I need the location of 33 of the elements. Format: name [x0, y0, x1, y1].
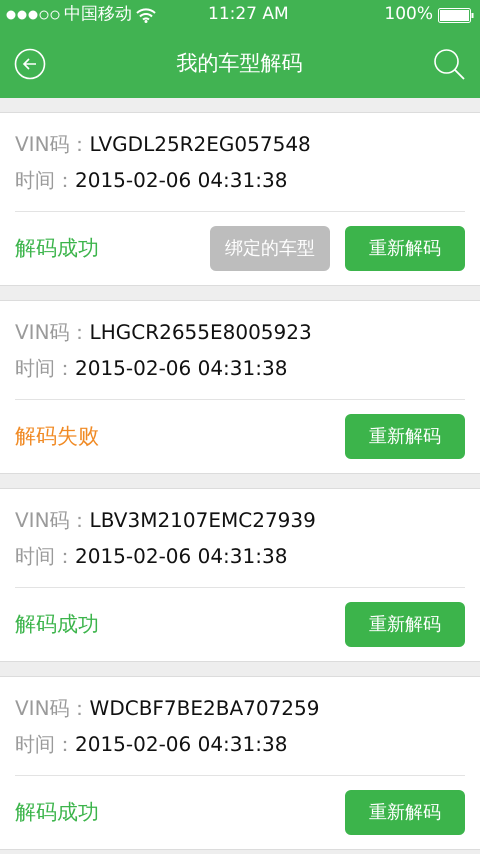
- wifi-icon: [136, 8, 156, 22]
- vin-label: VIN码：: [15, 131, 90, 158]
- time-label: 时间：: [15, 731, 75, 758]
- vin-value: LVGDL25R2EG057548: [90, 131, 311, 158]
- vin-label: VIN码：: [15, 695, 90, 722]
- redecode-button[interactable]: 重新解码: [345, 790, 465, 835]
- decode-status: 解码成功: [15, 234, 99, 262]
- decode-status: 解码成功: [15, 798, 99, 826]
- time-value: 2015-02-06 04:31:38: [75, 731, 288, 758]
- time-value: 2015-02-06 04:31:38: [75, 355, 288, 382]
- time-value: 2015-02-06 04:31:38: [75, 167, 288, 194]
- redecode-button[interactable]: 重新解码: [345, 226, 465, 271]
- carrier-name: 中国移动: [64, 3, 132, 26]
- time-label: 时间：: [15, 543, 75, 570]
- vin-value: LHGCR2655E8005923: [90, 319, 312, 346]
- decode-status: 解码失败: [15, 422, 99, 450]
- time-label: 时间：: [15, 167, 75, 194]
- vin-label: VIN码：: [15, 507, 90, 534]
- time-value: 2015-02-06 04:31:38: [75, 543, 288, 570]
- page-title: 我的车型解码: [176, 50, 302, 78]
- redecode-button[interactable]: 重新解码: [345, 602, 465, 647]
- search-icon[interactable]: [433, 48, 466, 80]
- redecode-button[interactable]: 重新解码: [345, 414, 465, 459]
- battery-icon: [438, 8, 474, 22]
- decode-status: 解码成功: [15, 610, 99, 638]
- battery-percent: 100%: [384, 3, 433, 26]
- vin-label: VIN码：: [15, 319, 90, 346]
- vin-value: LBV3M2107EMC27939: [90, 507, 316, 534]
- clock-time: 11:27 AM: [208, 3, 289, 26]
- vin-value: WDCBF7BE2BA707259: [90, 695, 320, 722]
- signal-icon: [6, 10, 60, 20]
- back-icon[interactable]: [14, 48, 46, 80]
- time-label: 时间：: [15, 355, 75, 382]
